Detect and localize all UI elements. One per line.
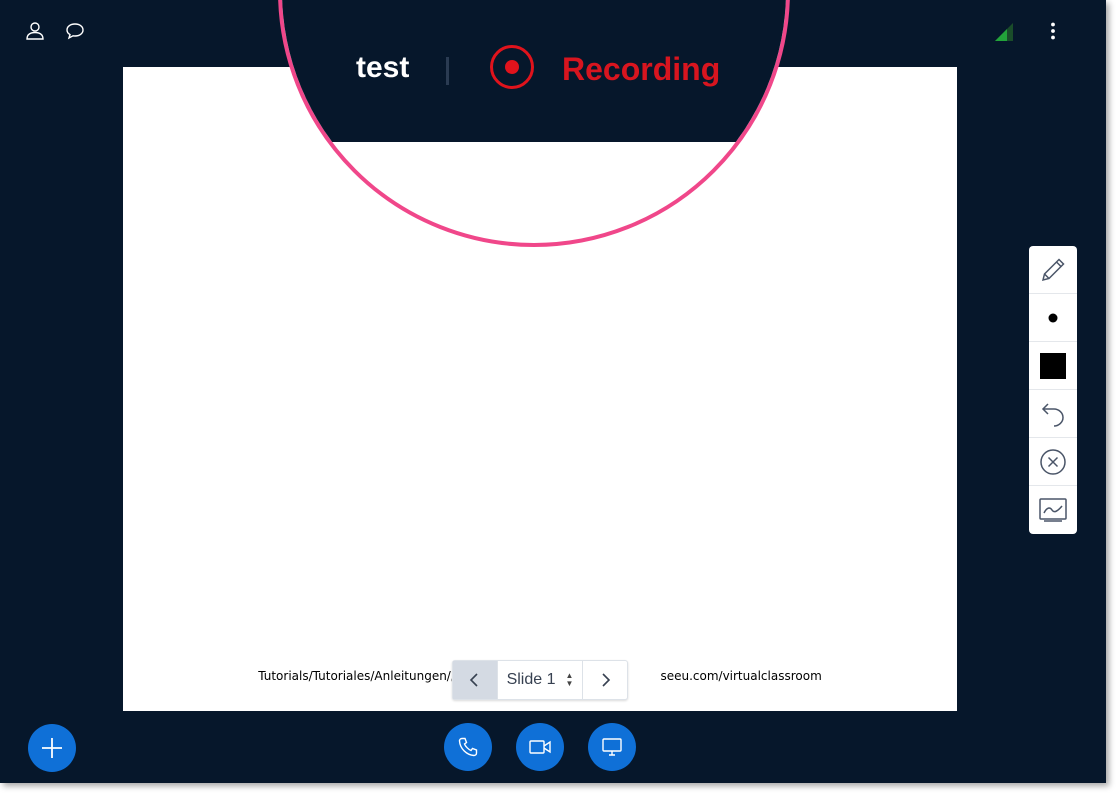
phone-icon (458, 737, 478, 757)
undo-icon (1041, 402, 1064, 427)
color-swatch-icon (1040, 352, 1066, 379)
pencil-tool-button[interactable] (1029, 246, 1077, 294)
slide-footer-right: seeu.com/virtualclassroom (660, 669, 822, 683)
pencil-icon (1041, 257, 1065, 281)
actions-button[interactable] (28, 724, 76, 772)
clear-icon (1040, 448, 1066, 475)
thickness-dot-icon (1048, 313, 1058, 322)
slide-pager: Slide 1 ▲ ▼ (452, 660, 628, 700)
undo-button[interactable] (1029, 390, 1077, 438)
previous-slide-button[interactable] (453, 661, 497, 699)
thickness-button[interactable] (1029, 294, 1077, 342)
header-divider (446, 57, 449, 85)
slide-select[interactable]: Slide 1 ▲ ▼ (497, 661, 583, 699)
next-slide-button[interactable] (583, 661, 627, 699)
more-vertical-icon[interactable] (1042, 20, 1064, 42)
screen-share-icon (602, 738, 622, 756)
whiteboard-toolbar (1029, 246, 1077, 534)
chevron-left-icon (469, 673, 478, 687)
recording-label[interactable]: Recording (562, 51, 720, 88)
join-audio-button[interactable] (444, 723, 492, 771)
recording-icon[interactable] (490, 45, 534, 89)
multi-user-whiteboard-button[interactable] (1029, 486, 1077, 533)
recording-dot (505, 60, 519, 74)
connection-signal-icon (993, 21, 1015, 43)
slide-footer-left: Tutorials/Tutoriales/Anleitungen/دروس (258, 669, 482, 683)
conference-app: Tutorials/Tutoriales/Anleitungen/دروس see… (0, 0, 1106, 783)
meeting-title: test (356, 51, 410, 84)
clear-button[interactable] (1029, 438, 1077, 486)
slide-select-value: Slide 1 (506, 671, 556, 688)
color-button[interactable] (1029, 342, 1077, 390)
chat-icon[interactable] (64, 20, 86, 42)
add-icon (42, 738, 62, 758)
share-webcam-button[interactable] (516, 723, 564, 771)
user-icon[interactable] (24, 20, 46, 42)
video-camera-icon (529, 740, 551, 754)
share-screen-button[interactable] (588, 723, 636, 771)
select-arrows-icon: ▲ ▼ (565, 671, 574, 688)
chevron-right-icon (602, 673, 611, 687)
multi-user-whiteboard-icon (1039, 497, 1067, 522)
